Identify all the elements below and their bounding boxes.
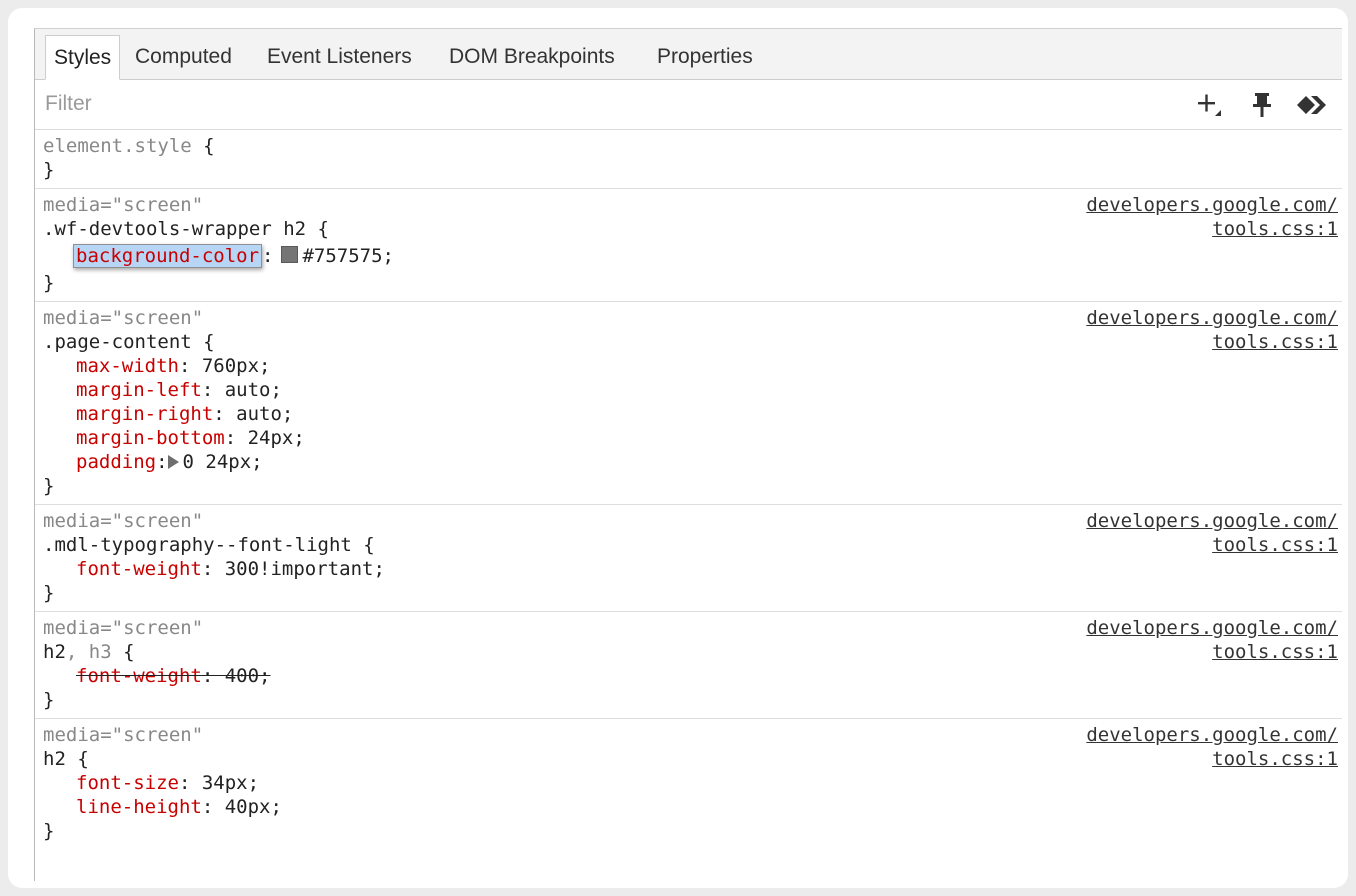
property-value[interactable]: 760px; <box>190 355 271 377</box>
property-name[interactable]: margin-bottom <box>76 427 225 449</box>
declaration-row: margin-bottom: 24px; <box>76 427 305 449</box>
declaration-row: max-width: 760px; <box>76 355 271 377</box>
property-name[interactable]: font-size <box>76 772 179 794</box>
property-value[interactable]: 24px; <box>236 427 305 449</box>
style-rule-wf-devtools-wrapper: developers.google.com/ tools.css:1 media… <box>35 189 1342 302</box>
property-name[interactable]: padding <box>76 451 156 473</box>
declaration-row: font-size: 34px; <box>76 772 260 794</box>
style-rules-list: element.style { } developers.google.com/… <box>35 130 1342 849</box>
rule-selector[interactable]: .wf-devtools-wrapper h2 <box>43 218 306 240</box>
pin-icon[interactable] <box>1245 88 1279 122</box>
property-value[interactable]: #757575; <box>302 245 394 267</box>
rule-selector-unmatched[interactable]: , h3 <box>66 641 112 663</box>
tab-event-listeners[interactable]: Event Listeners <box>259 35 420 79</box>
declaration-row: margin-right: auto; <box>76 403 294 425</box>
rule-open-brace: { <box>306 218 329 240</box>
media-query: media="screen" <box>43 307 204 329</box>
filter-input[interactable] <box>39 88 1151 120</box>
property-value[interactable]: 0 24px; <box>183 451 263 473</box>
property-name[interactable]: margin-left <box>76 379 202 401</box>
property-name[interactable]: line-height <box>76 796 202 818</box>
devtools-card: Styles Computed Event Listeners DOM Brea… <box>8 8 1348 888</box>
styles-pane: Styles Computed Event Listeners DOM Brea… <box>34 28 1342 881</box>
property-value[interactable]: auto; <box>225 403 293 425</box>
style-rule-mdl-typography: developers.google.com/ tools.css:1 media… <box>35 505 1342 612</box>
rule-selector[interactable]: h2 <box>43 748 66 770</box>
toggle-element-state-icon[interactable] <box>1293 88 1327 122</box>
media-query: media="screen" <box>43 724 204 746</box>
sidebar-tab-bar: Styles Computed Event Listeners DOM Brea… <box>35 29 1342 80</box>
property-value[interactable]: : 400; <box>202 665 271 687</box>
rule-close-brace: } <box>43 272 55 294</box>
declaration-row: font-weight: 300!important; <box>76 558 385 580</box>
property-name[interactable]: font-weight <box>76 558 202 580</box>
new-style-rule-icon[interactable] <box>1193 88 1227 122</box>
element-style-rule: element.style { } <box>35 130 1342 189</box>
media-query: media="screen" <box>43 617 204 639</box>
declaration-row-overridden: font-weight: 400; <box>35 664 1342 688</box>
color-swatch[interactable] <box>281 246 299 263</box>
property-name-editor[interactable]: background-color <box>73 244 263 268</box>
property-name[interactable]: max-width <box>76 355 179 377</box>
media-query: media="screen" <box>43 510 204 532</box>
property-name[interactable]: font-weight <box>76 665 202 687</box>
property-value[interactable]: 40px; <box>213 796 282 818</box>
rule-open-brace: { <box>111 641 135 663</box>
expand-shorthand-triangle-icon[interactable] <box>167 455 179 469</box>
rule-selector[interactable]: .mdl-typography--font-light <box>43 534 352 556</box>
rule-close-brace: } <box>43 820 55 842</box>
element-style-selector[interactable]: element.style <box>43 135 192 157</box>
property-value[interactable]: 34px; <box>190 772 259 794</box>
rule-open-brace: { <box>351 534 375 556</box>
rule-close-brace: } <box>43 689 55 711</box>
rule-close-brace: } <box>43 159 55 181</box>
rule-open-brace: { <box>65 748 89 770</box>
property-name[interactable]: margin-right <box>76 403 213 425</box>
property-value[interactable]: auto; <box>213 379 282 401</box>
rule-selector[interactable]: .page-content <box>43 331 192 353</box>
rule-selector[interactable]: h2 <box>43 641 66 663</box>
declaration-row: line-height: 40px; <box>76 796 282 818</box>
style-rule-h2: developers.google.com/ tools.css:1 media… <box>35 719 1342 849</box>
style-rule-h2-h3: developers.google.com/ tools.css:1 media… <box>35 612 1342 719</box>
media-query: media="screen" <box>43 194 204 216</box>
rule-close-brace: } <box>43 475 55 497</box>
declaration-row: background-color: #757575; <box>35 241 1342 271</box>
tab-styles[interactable]: Styles <box>45 35 121 80</box>
rule-open-brace: { <box>203 135 215 157</box>
declaration-row: padding: 0 24px; <box>76 451 263 473</box>
rule-close-brace: } <box>43 582 55 604</box>
style-rule-page-content: developers.google.com/ tools.css:1 media… <box>35 302 1342 505</box>
rule-open-brace: { <box>191 331 215 353</box>
tab-dom-breakpoints[interactable]: DOM Breakpoints <box>441 35 623 79</box>
filter-bar <box>35 80 1342 130</box>
property-value[interactable]: 300!important; <box>213 558 385 580</box>
tab-computed[interactable]: Computed <box>127 35 240 79</box>
tab-properties[interactable]: Properties <box>649 35 761 79</box>
declaration-row: margin-left: auto; <box>76 379 282 401</box>
